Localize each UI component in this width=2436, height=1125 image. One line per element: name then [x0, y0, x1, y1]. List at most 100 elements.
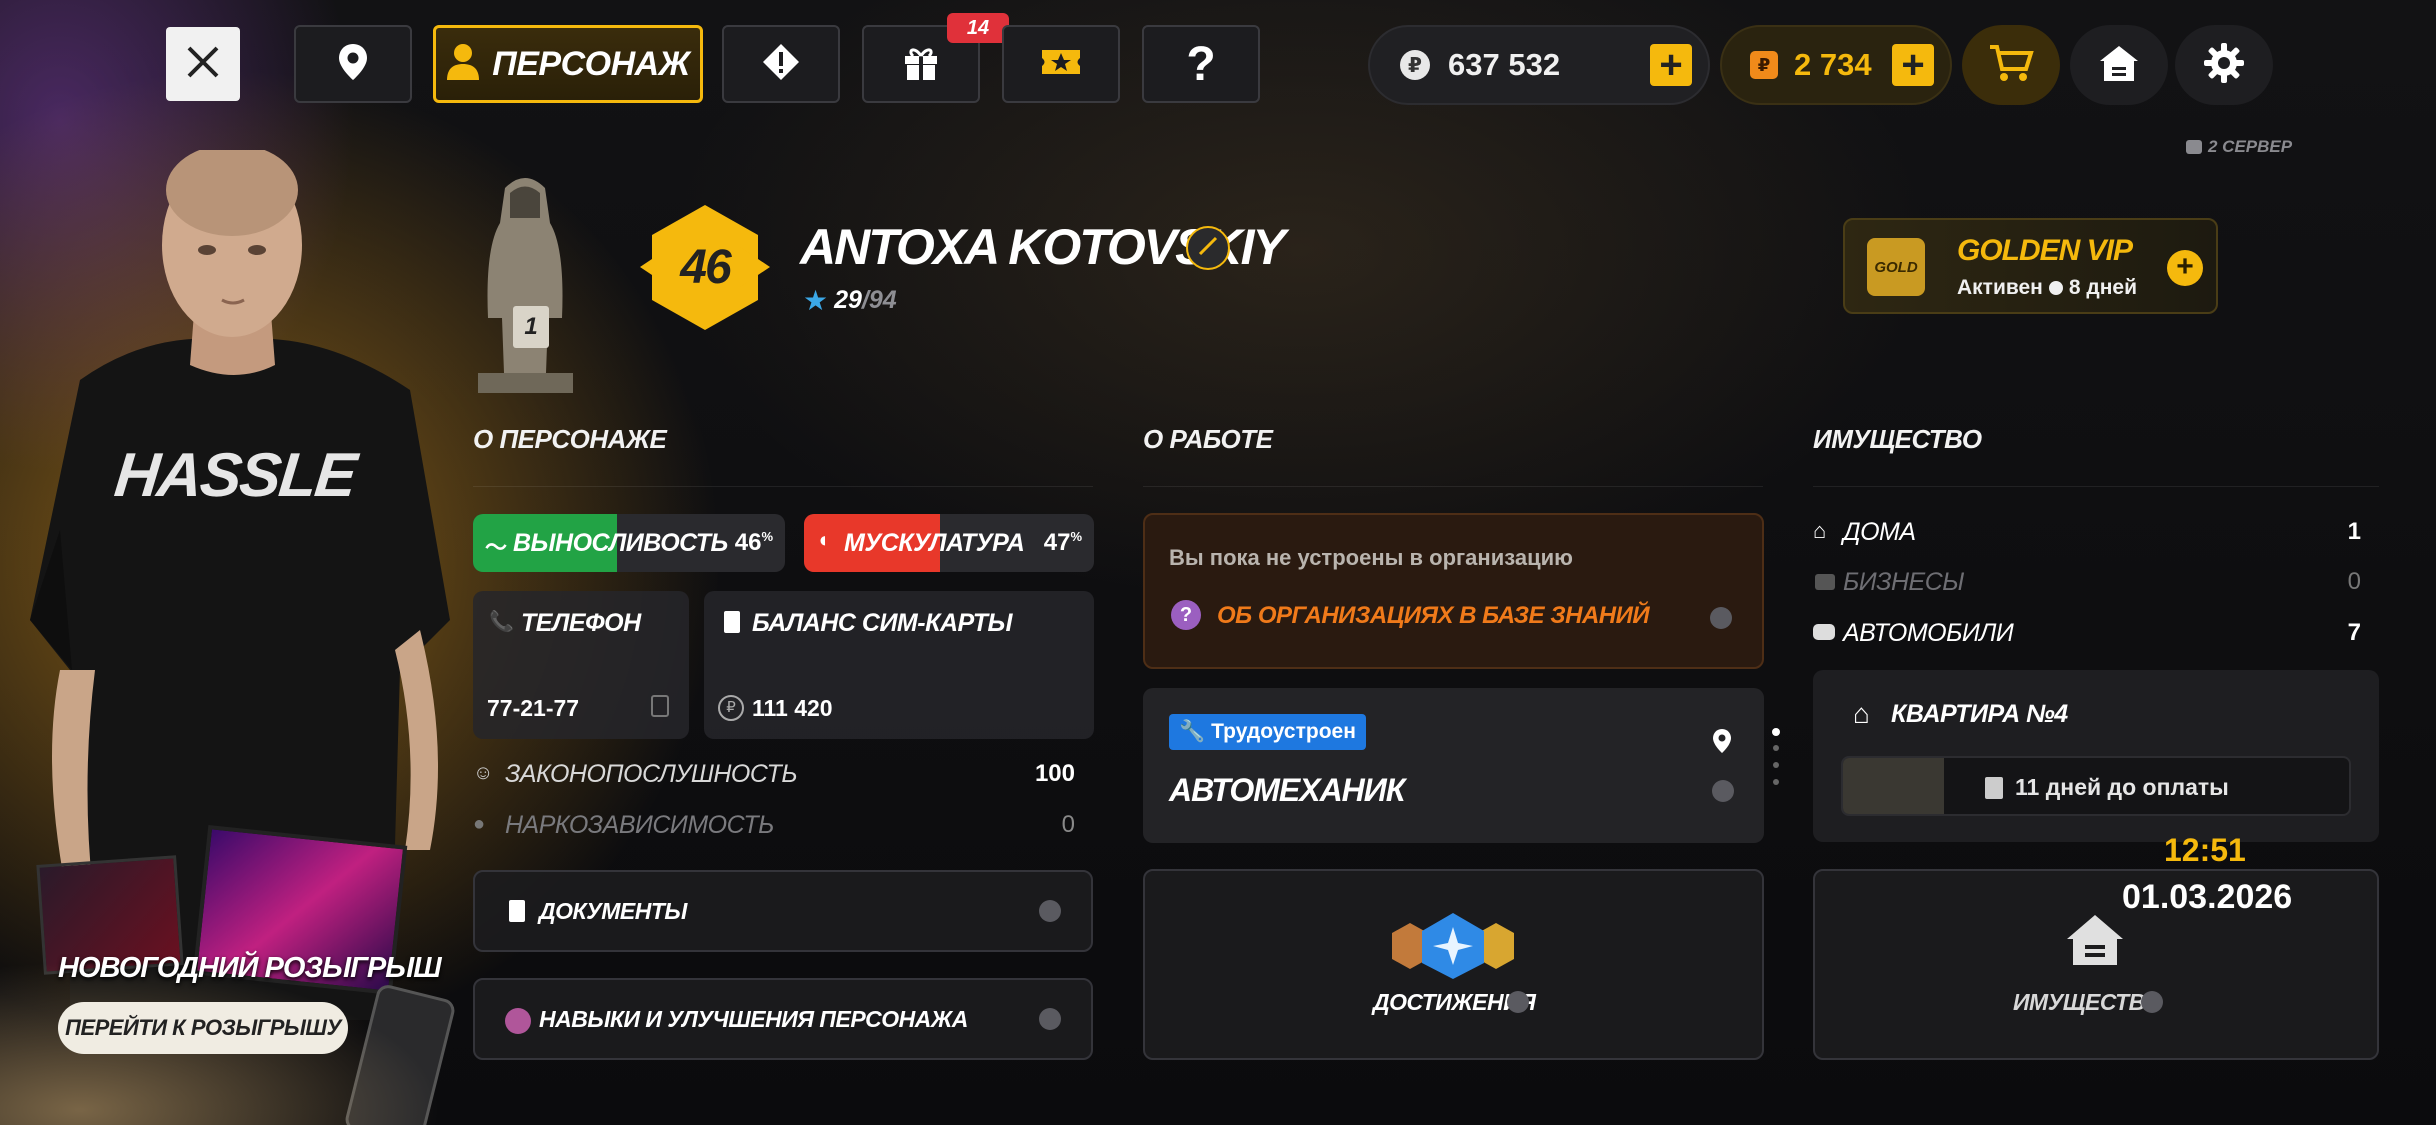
sim-label: БАЛАНС СИМ-КАРТЫ — [752, 609, 1013, 637]
separator — [1813, 486, 2379, 487]
sim-value: 111 420 — [752, 695, 833, 721]
law-value: 100 — [1034, 760, 1075, 787]
home-button[interactable] — [2070, 25, 2168, 105]
job-location-icon[interactable] — [1712, 728, 1732, 759]
alerts-button[interactable] — [722, 25, 840, 103]
help-button[interactable]: ? — [1142, 25, 1260, 103]
edit-name-button[interactable] — [1186, 226, 1230, 270]
arrow-icon — [1039, 900, 1061, 922]
add-money-button[interactable]: + — [1650, 44, 1692, 86]
business-value: 0 — [2347, 568, 2361, 595]
cars-row: АВТОМОБИЛИ 7 — [1813, 617, 2379, 651]
drug-row: ● НАРКОЗАВИСИМОСТЬ 0 — [473, 809, 1093, 843]
drug-label: НАРКОЗАВИСИМОСТЬ — [505, 811, 774, 839]
job-pager-dots — [1772, 728, 1780, 804]
car-icon — [1813, 624, 1835, 640]
location-pin-icon — [337, 42, 369, 87]
gift-icon — [901, 42, 941, 87]
muscle-label: МУСКУЛАТУРА — [844, 529, 1025, 557]
documents-button[interactable]: ДОКУМЕНТЫ — [473, 870, 1093, 952]
muscle-bar: ◖ МУСКУЛАТУРА 47% — [804, 514, 1094, 572]
business-label: БИЗНЕСЫ — [1843, 568, 1964, 596]
pills-icon: ● — [473, 813, 486, 835]
tab-character-label: ПЕРСОНАЖ — [492, 44, 690, 83]
copy-icon[interactable] — [651, 695, 669, 717]
documents-label: ДОКУМЕНТЫ — [539, 898, 687, 924]
coins-amount: 2 734 — [1794, 47, 1872, 82]
phone-label: ТЕЛЕФОН — [521, 609, 641, 637]
server-label: 2 СЕРВЕР — [2208, 137, 2293, 156]
person-icon — [446, 43, 480, 86]
apartment-card[interactable]: ⌂ КВАРТИРА №4 11 дней до оплаты — [1813, 670, 2379, 842]
org-knowledge-link[interactable]: ОБ ОРГАНИЗАЦИЯХ В БАЗЕ ЗНАНИЙ — [1217, 602, 1650, 630]
warning-diamond-icon — [761, 42, 801, 87]
phone-icon: 📞 — [489, 611, 514, 633]
house-icon: ⌂ — [1853, 698, 1870, 729]
arrow-icon — [1039, 1008, 1061, 1030]
house-icon: ⌂ — [1813, 518, 1827, 543]
money-amount: 637 532 — [1448, 47, 1561, 82]
close-button[interactable] — [166, 27, 240, 101]
xp-total: /94 — [861, 286, 897, 314]
vip-days: 8 дней — [2068, 276, 2137, 299]
stamina-bar: 〜 ВЫНОСЛИВОСТЬ 46% — [473, 514, 785, 572]
about-title: О ПЕРСОНАЖЕ — [473, 424, 667, 454]
sim-card-icon — [724, 611, 740, 633]
vip-title: GOLDEN VIP — [1957, 234, 2133, 267]
apartment-title: КВАРТИРА №4 — [1891, 700, 2068, 728]
briefcase-icon — [1815, 574, 1835, 590]
question-circle-icon: ? — [1171, 600, 1201, 630]
scroll-icon — [1985, 777, 2003, 799]
giveaway-button[interactable]: ПЕРЕЙТИ К РОЗЫГРЫШУ — [58, 1002, 348, 1054]
map-button[interactable] — [294, 25, 412, 103]
vip-status: Активен 8 дней — [1957, 276, 2137, 300]
xp-star-icon: ★ — [803, 285, 829, 316]
arrow-icon — [1712, 780, 1734, 802]
golden-vip-card[interactable]: GOLD GOLDEN VIP Активен 8 дней + — [1843, 218, 2218, 314]
work-title: О РАБОТЕ — [1143, 424, 1273, 454]
cars-label: АВТОМОБИЛИ — [1843, 619, 2014, 647]
coins-display: ₽ 2 734 + — [1720, 25, 1952, 105]
phone-value: 77-21-77 — [487, 695, 580, 721]
skills-button[interactable]: НАВЫКИ И УЛУЧШЕНИЯ ПЕРСОНАЖА — [473, 978, 1093, 1060]
skills-label: НАВЫКИ И УЛУЧШЕНИЯ ПЕРСОНАЖА — [539, 1006, 968, 1032]
houses-row: ⌂ ДОМА 1 — [1813, 516, 2379, 550]
law-row: ☺ ЗАКОНОПОСЛУШНОСТЬ 100 — [473, 758, 1093, 792]
property-title: ИМУЩЕСТВО — [1813, 424, 1982, 454]
achievements-button[interactable]: ДОСТИЖЕНИЯ — [1143, 869, 1764, 1060]
tshirt-print: HASSLE — [111, 441, 359, 510]
statue-rank-plate: 1 — [513, 306, 549, 348]
stamina-label: ВЫНОСЛИВОСТЬ — [513, 529, 728, 557]
masks-icon: ☺ — [473, 762, 494, 784]
job-card[interactable]: 🔧 Трудоустроен АВТОМЕХАНИК — [1143, 688, 1764, 843]
payment-text: 11 дней до оплаты — [2015, 774, 2229, 800]
property-button-label: ИМУЩЕСТВО — [2013, 989, 2162, 1015]
no-organization-card: Вы пока не устроены в организацию ? ОБ О… — [1143, 513, 1764, 669]
cart-icon — [1988, 43, 2034, 88]
money-display: ₽ 637 532 + — [1368, 25, 1710, 105]
drug-value: 0 — [1061, 811, 1075, 838]
muscle-value: 47% — [1043, 529, 1082, 556]
vip-status-text: Активен — [1957, 276, 2043, 299]
tab-character[interactable]: ПЕРСОНАЖ — [433, 25, 703, 103]
clock-time: 12:51 — [2164, 832, 2246, 868]
add-coins-button[interactable]: + — [1892, 44, 1934, 86]
employed-badge: 🔧 Трудоустроен — [1169, 714, 1366, 750]
achievements-icon — [1388, 911, 1518, 981]
skills-icon — [505, 1008, 531, 1034]
vip-extend-button[interactable]: + — [2167, 250, 2203, 286]
rewards-button[interactable] — [1002, 25, 1120, 103]
property-button[interactable]: ИМУЩЕСТВО — [1813, 869, 2379, 1060]
business-row: БИЗНЕСЫ 0 — [1813, 566, 2379, 600]
ruble-icon: ₽ — [718, 695, 744, 721]
no-org-text: Вы пока не устроены в организацию — [1169, 545, 1573, 570]
houses-value: 1 — [2347, 518, 2361, 545]
giveaway-button-label: ПЕРЕЙТИ К РОЗЫГРЫШУ — [65, 1015, 341, 1040]
phone-card: 📞 ТЕЛЕФОН 77-21-77 — [473, 591, 689, 739]
big-house-icon — [2065, 913, 2125, 972]
settings-button[interactable] — [2175, 25, 2273, 105]
sim-balance-card: БАЛАНС СИМ-КАРТЫ ₽ 111 420 — [704, 591, 1094, 739]
shop-button[interactable] — [1962, 25, 2060, 105]
gifts-count-badge: 14 — [947, 13, 1009, 43]
stamina-value: 46% — [734, 529, 773, 556]
